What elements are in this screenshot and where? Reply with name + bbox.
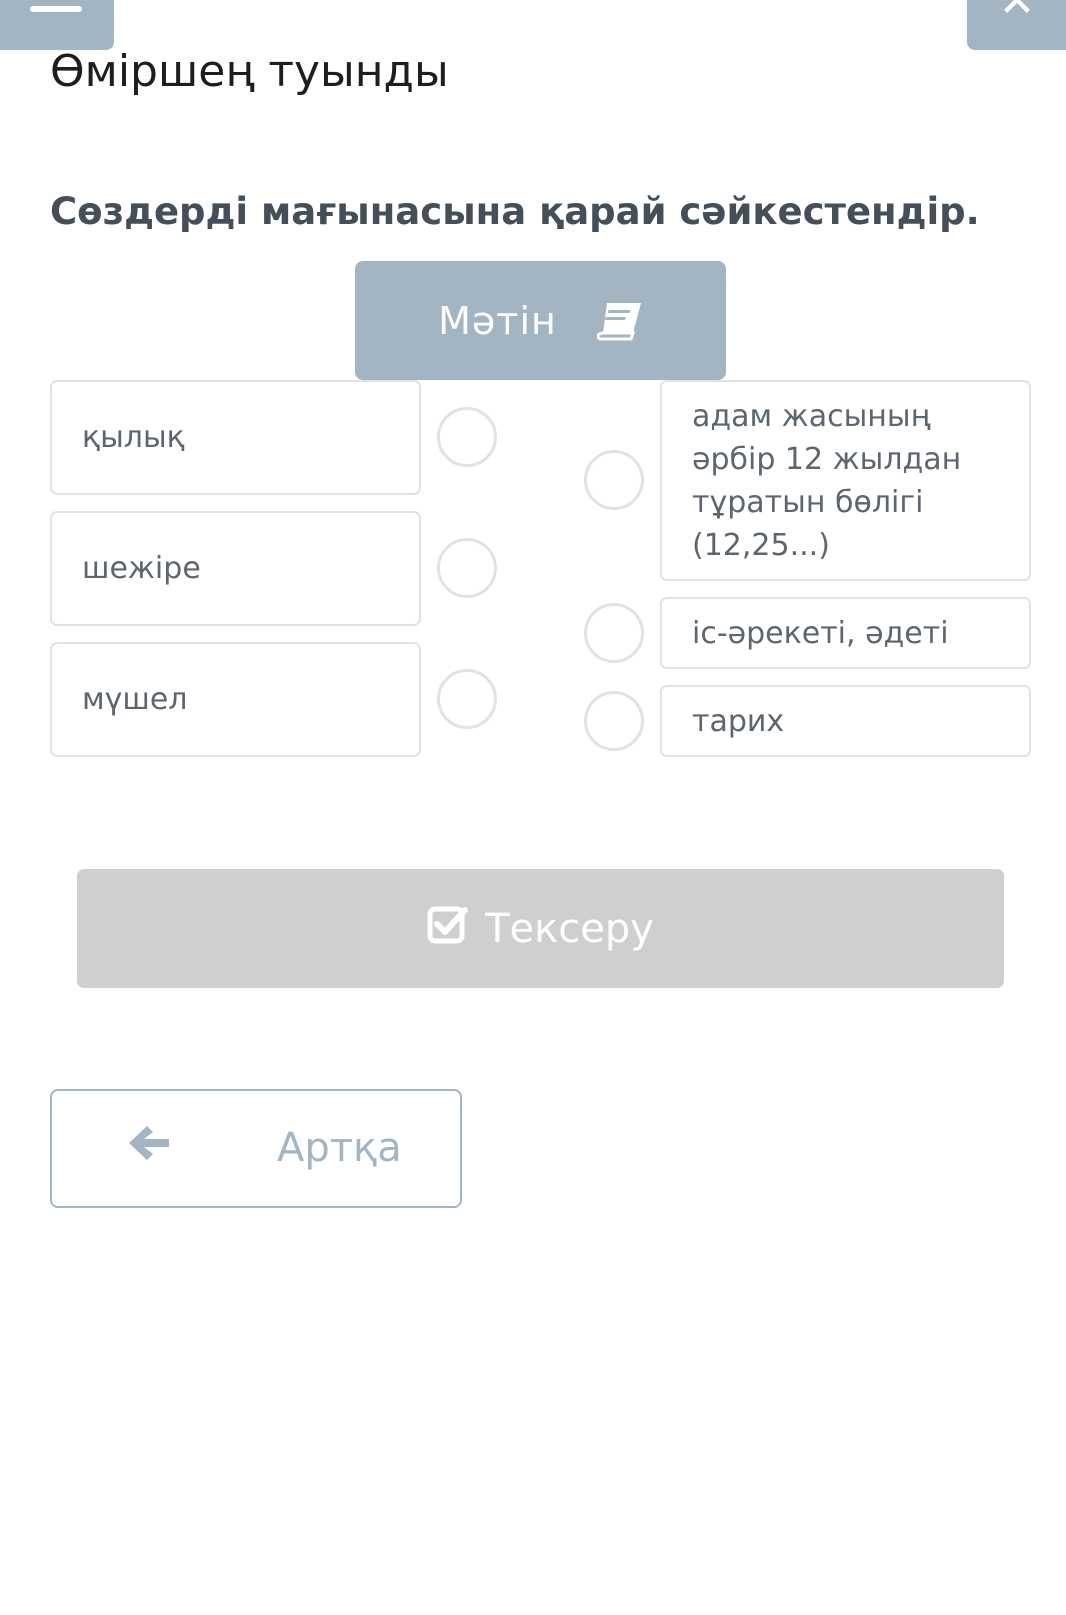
back-button-label: Артқа [277,1125,402,1171]
book-icon [596,301,643,341]
hamburger-icon [30,6,82,12]
checkbox-icon [427,904,469,954]
left-item-label: шежіре [82,551,201,586]
left-item-label: қылық [82,420,185,455]
close-button[interactable]: ✕ [967,0,1066,50]
page-title: Өміршең туынды [50,46,449,97]
left-radio-1[interactable] [437,407,497,467]
right-item-3[interactable]: тарих [660,685,1031,757]
text-button-label: Мәтін [438,298,557,343]
left-item-1[interactable]: қылық [50,380,421,495]
right-item-label: іс-әрекеті, әдеті [692,615,949,651]
left-radio-3[interactable] [437,669,497,729]
left-item-3[interactable]: мүшел [50,642,421,757]
left-item-label: мүшел [82,682,188,717]
right-item-2[interactable]: іс-әрекеті, әдеті [660,597,1031,669]
check-button[interactable]: Тексеру [77,869,1004,988]
task-instruction: Сөздерді мағынасына қарай сәйкестендір. [50,190,980,233]
right-radio-3[interactable] [584,691,644,751]
left-radio-2[interactable] [437,538,497,598]
left-item-2[interactable]: шежіре [50,511,421,626]
back-button[interactable]: Артқа [50,1089,462,1208]
right-item-label: тарих [692,703,785,739]
close-icon: ✕ [998,0,1036,27]
arrow-left-icon [127,1123,171,1173]
right-item-label: адам жасының әрбір 12 жылдан тұратын бөл… [692,398,962,563]
right-item-1[interactable]: адам жасының әрбір 12 жылдан тұратын бөл… [660,380,1031,581]
right-radio-2[interactable] [584,603,644,663]
check-button-label: Тексеру [485,905,654,952]
menu-button[interactable] [0,0,114,50]
text-button[interactable]: Мәтін [355,261,726,380]
right-radio-1[interactable] [584,450,644,510]
